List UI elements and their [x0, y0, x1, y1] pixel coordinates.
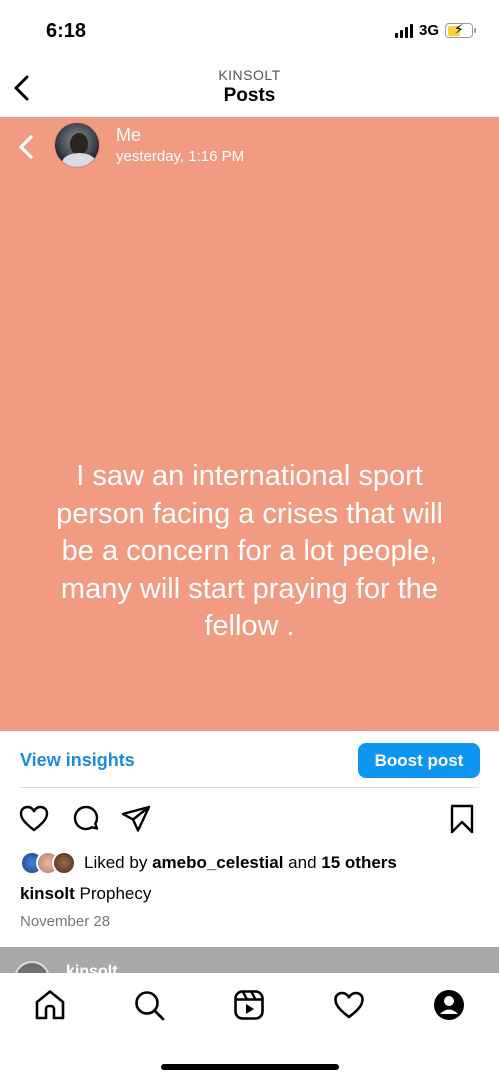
bookmark-icon[interactable] [446, 803, 478, 835]
heart-icon[interactable] [18, 803, 50, 835]
home-icon[interactable] [33, 988, 67, 1022]
liker-username[interactable]: amebo_celestial [152, 853, 283, 872]
header-subtitle: KINSOLT [218, 67, 281, 83]
reels-icon[interactable] [232, 988, 266, 1022]
activity-heart-icon[interactable] [332, 988, 366, 1022]
likes-summary[interactable]: Liked by amebo_celestial and 15 others [20, 850, 397, 876]
signal-icon [394, 23, 413, 38]
tab-bar [0, 973, 499, 1080]
send-icon[interactable] [120, 803, 152, 835]
next-post-username: kinsolt [66, 963, 118, 973]
status-indicators: 3G ⚡ [394, 21, 476, 39]
post-actions [0, 803, 499, 835]
story-back-icon[interactable] [14, 131, 40, 163]
header: KINSOLT Posts [0, 60, 499, 117]
story-author[interactable]: Me [116, 125, 141, 146]
story-text: I saw an international sport person faci… [24, 458, 475, 646]
search-icon[interactable] [132, 988, 166, 1022]
status-bar: 6:18 3G ⚡ [0, 0, 499, 60]
liker-avatars [20, 851, 78, 875]
caption: kinsolt Prophecy [20, 884, 151, 904]
page-title: Posts [223, 85, 276, 106]
story-line: many will start praying for the [60, 572, 439, 605]
story-line: fellow . [204, 610, 295, 642]
network-type: 3G [418, 22, 439, 39]
battery-icon: ⚡ [445, 21, 476, 38]
caption-username[interactable]: kinsolt [20, 884, 75, 903]
likes-text[interactable]: Liked by amebo_celestial and 15 others [84, 853, 397, 873]
story-line: I saw an international sport [76, 460, 423, 492]
story-timestamp: yesterday, 1:16 PM [116, 148, 245, 165]
story-post[interactable]: Me yesterday, 1:16 PM I saw an internati… [0, 117, 499, 731]
next-post-preview[interactable]: kinsolt [0, 947, 499, 973]
view-insights-link[interactable]: View insights [20, 750, 135, 771]
comment-icon[interactable] [70, 803, 102, 835]
home-indicator [161, 1064, 339, 1070]
post-date: November 28 [20, 913, 111, 930]
likes-others[interactable]: 15 others [321, 853, 397, 872]
liker-avatar [52, 851, 76, 875]
author-avatar[interactable] [54, 122, 100, 168]
boost-post-button[interactable]: Boost post [358, 743, 480, 778]
insights-row: View insights Boost post [0, 731, 499, 787]
divider [20, 787, 479, 788]
story-line: person facing a crises that will [56, 497, 443, 530]
caption-text: Prophecy [79, 884, 152, 903]
status-time: 6:18 [46, 20, 87, 42]
avatar [14, 961, 50, 973]
story-line: be a concern for a lot people, [61, 535, 438, 567]
profile-icon[interactable] [432, 988, 466, 1022]
